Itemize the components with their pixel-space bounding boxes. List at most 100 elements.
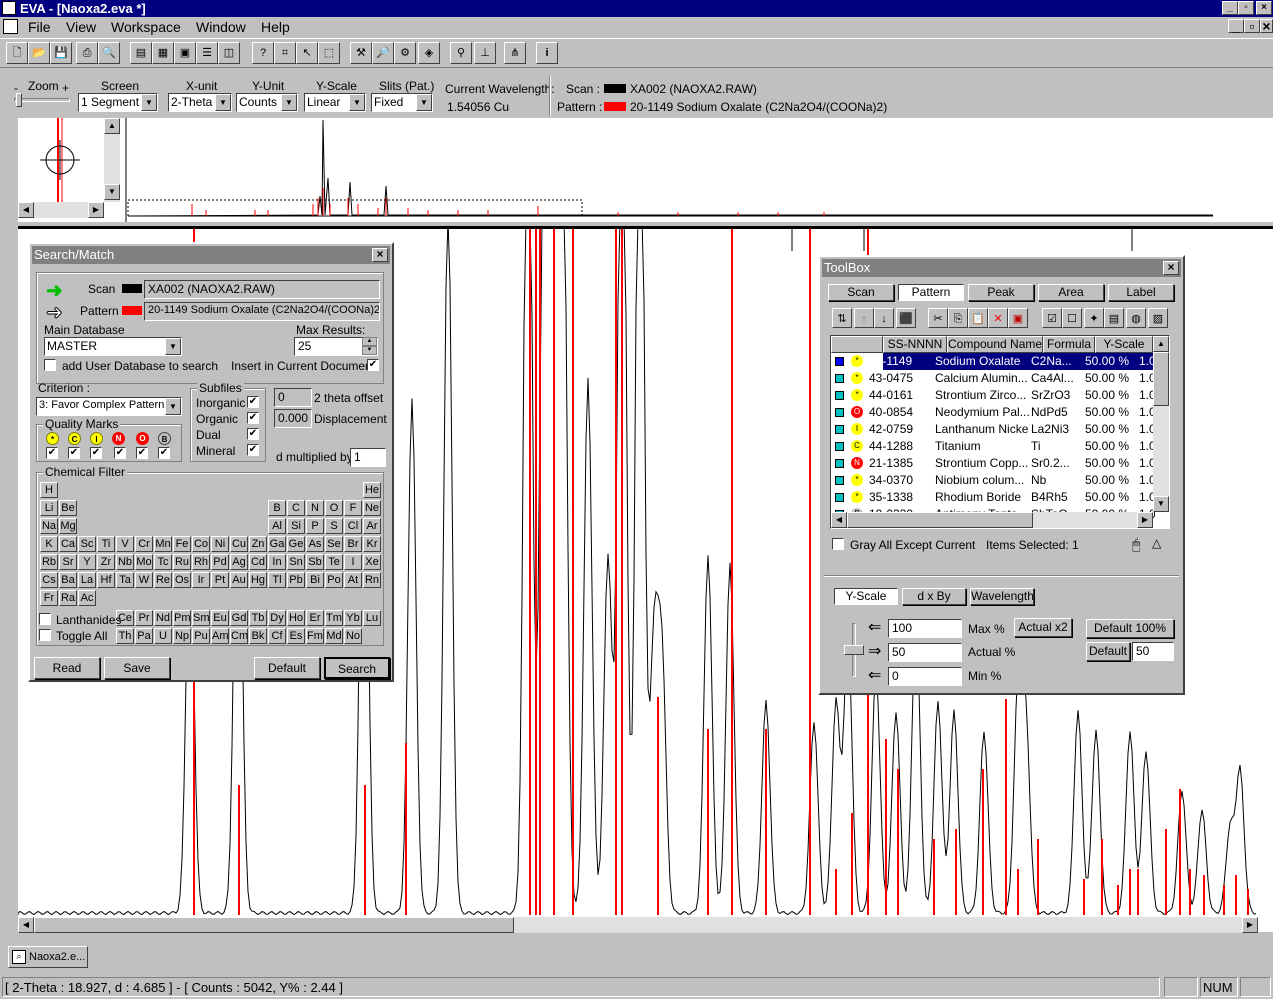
tab-label[interactable]: Label — [1108, 284, 1174, 301]
pattern-color-swatch[interactable] — [835, 476, 844, 485]
spin-up-icon[interactable]: ▲ — [362, 337, 377, 346]
pattern-color-swatch[interactable] — [835, 442, 844, 451]
add-user-db-checkbox[interactable] — [44, 359, 56, 371]
element-te[interactable]: Te — [325, 554, 343, 570]
chevron-down-icon[interactable]: ▼ — [165, 398, 181, 415]
element-u[interactable]: U — [154, 628, 172, 644]
element-cl[interactable]: Cl — [344, 518, 362, 534]
chevron-down-icon[interactable]: ▼ — [215, 94, 231, 111]
zoom-slider[interactable] — [14, 98, 70, 102]
element-at[interactable]: At — [344, 572, 362, 588]
pattern-color-swatch[interactable] — [835, 493, 844, 502]
save-button[interactable]: Save — [104, 657, 170, 679]
image-icon[interactable]: ▨ — [1148, 308, 1168, 328]
delete-icon[interactable]: ✕ — [988, 308, 1008, 328]
help-cursor-icon[interactable]: ? — [252, 42, 274, 64]
element-zr[interactable]: Zr — [97, 554, 115, 570]
element-i[interactable]: I — [344, 554, 362, 570]
element-w[interactable]: W — [135, 572, 153, 588]
col-color[interactable] — [831, 336, 883, 353]
new-icon[interactable]: 🗋 — [6, 42, 28, 64]
cut-icon[interactable]: ✂ — [928, 308, 948, 328]
list-vscroll[interactable]: ▲ ▼ — [1153, 336, 1169, 512]
slits-select[interactable]: Fixed ▼ — [371, 93, 433, 112]
cursor-icon[interactable]: ↖ — [296, 42, 318, 64]
pattern-color-swatch[interactable] — [835, 459, 844, 468]
list-hscroll[interactable]: ◀ ▶ — [831, 512, 1153, 528]
element-si[interactable]: Si — [287, 518, 305, 534]
subtab-yscale[interactable]: Y-Scale — [834, 588, 898, 605]
element-ac[interactable]: Ac — [78, 590, 96, 606]
element-cu[interactable]: Cu — [230, 536, 248, 552]
min-field[interactable]: 0 — [888, 667, 962, 686]
element-as[interactable]: As — [306, 536, 324, 552]
element-he[interactable]: He — [363, 482, 381, 498]
element-ru[interactable]: Ru — [173, 554, 191, 570]
element-tl[interactable]: Tl — [268, 572, 286, 588]
element-md[interactable]: Md — [325, 628, 343, 644]
displacement-field[interactable]: 0.000 — [274, 409, 312, 428]
element-am[interactable]: Am — [211, 628, 229, 644]
element-hg[interactable]: Hg — [249, 572, 267, 588]
element-th[interactable]: Th — [116, 628, 134, 644]
tab-scan[interactable]: Scan — [828, 284, 894, 301]
default-button[interactable]: Default — [254, 657, 320, 679]
copy-icon[interactable]: ⎘ — [948, 308, 968, 328]
menu-help[interactable]: Help — [261, 19, 290, 35]
element-sc[interactable]: Sc — [78, 536, 96, 552]
menu-window[interactable]: Window — [196, 19, 246, 35]
quality-i-checkbox[interactable]: ✔ — [90, 447, 102, 459]
screen-select[interactable]: 1 Segment ▼ — [78, 93, 158, 112]
scroll-up-icon[interactable]: ▲ — [104, 118, 120, 134]
element-h[interactable]: H — [40, 482, 58, 498]
menu-file[interactable]: File — [28, 19, 51, 35]
element-mo[interactable]: Mo — [135, 554, 153, 570]
element-nd[interactable]: Nd — [154, 610, 172, 626]
element-dy[interactable]: Dy — [268, 610, 286, 626]
doc-tab[interactable]: ⌕ Naoxa2.e... — [8, 946, 88, 968]
quality-icon[interactable]: ✦ — [1084, 308, 1104, 328]
scroll-left-icon[interactable]: ◀ — [831, 512, 847, 528]
element-nb[interactable]: Nb — [116, 554, 134, 570]
element-mg[interactable]: Mg — [59, 518, 77, 534]
table-row[interactable]: I 42-0759 Lanthanum Nickel La2Ni3 50.00 % 1.0 — [831, 421, 1161, 438]
quality-c-checkbox[interactable]: ✔ — [68, 447, 80, 459]
tab-area[interactable]: Area — [1038, 284, 1104, 301]
element-sn[interactable]: Sn — [287, 554, 305, 570]
chevron-down-icon[interactable]: ▼ — [141, 94, 157, 111]
element-pd[interactable]: Pd — [211, 554, 229, 570]
scroll-right-icon[interactable]: ▶ — [1137, 512, 1153, 528]
element-rb[interactable]: Rb — [40, 554, 58, 570]
subfile-inorganic-checkbox[interactable]: ✔ — [247, 396, 259, 408]
globe-icon[interactable]: ◍ — [1126, 308, 1146, 328]
actual-field[interactable]: 50 — [888, 643, 962, 662]
overview-plot[interactable] — [18, 118, 1273, 222]
element-k[interactable]: K — [40, 536, 58, 552]
pattern-color-swatch[interactable] — [835, 357, 844, 366]
doc-close-icon[interactable]: × — [1260, 19, 1273, 33]
element-os[interactable]: Os — [173, 572, 191, 588]
element-b[interactable]: B — [268, 500, 286, 516]
element-sb[interactable]: Sb — [306, 554, 324, 570]
quality-o-checkbox[interactable]: ✔ — [136, 447, 148, 459]
insert-current-checkbox[interactable]: ✔ — [367, 359, 379, 371]
open-icon[interactable]: 📂 — [28, 42, 50, 64]
element-fm[interactable]: Fm — [306, 628, 324, 644]
search-match-icon[interactable]: 🔎 — [372, 42, 394, 64]
overview-hscroll[interactable]: ◀ ▶ — [18, 202, 104, 218]
chevron-down-icon[interactable]: ▼ — [281, 94, 297, 111]
element-na[interactable]: Na — [40, 518, 58, 534]
check-list-icon[interactable]: ☑ — [1042, 308, 1062, 328]
table-row[interactable]: * 35-1338 Rhodium Boride B4Rh5 50.00 % 1.0 — [831, 489, 1161, 506]
element-ge[interactable]: Ge — [287, 536, 305, 552]
element-pr[interactable]: Pr — [135, 610, 153, 626]
element-mn[interactable]: Mn — [154, 536, 172, 552]
element-cd[interactable]: Cd — [249, 554, 267, 570]
scroll-up-icon[interactable]: ▲ — [1153, 336, 1169, 352]
maximize-icon[interactable]: ▫ — [1238, 1, 1254, 15]
plot-hscroll-thumb[interactable] — [34, 917, 514, 933]
scroll-left-icon[interactable]: ◀ — [18, 917, 34, 933]
element-ta[interactable]: Ta — [116, 572, 134, 588]
print-icon[interactable]: ⎙ — [76, 42, 98, 64]
close-icon[interactable]: × — [1163, 261, 1179, 275]
